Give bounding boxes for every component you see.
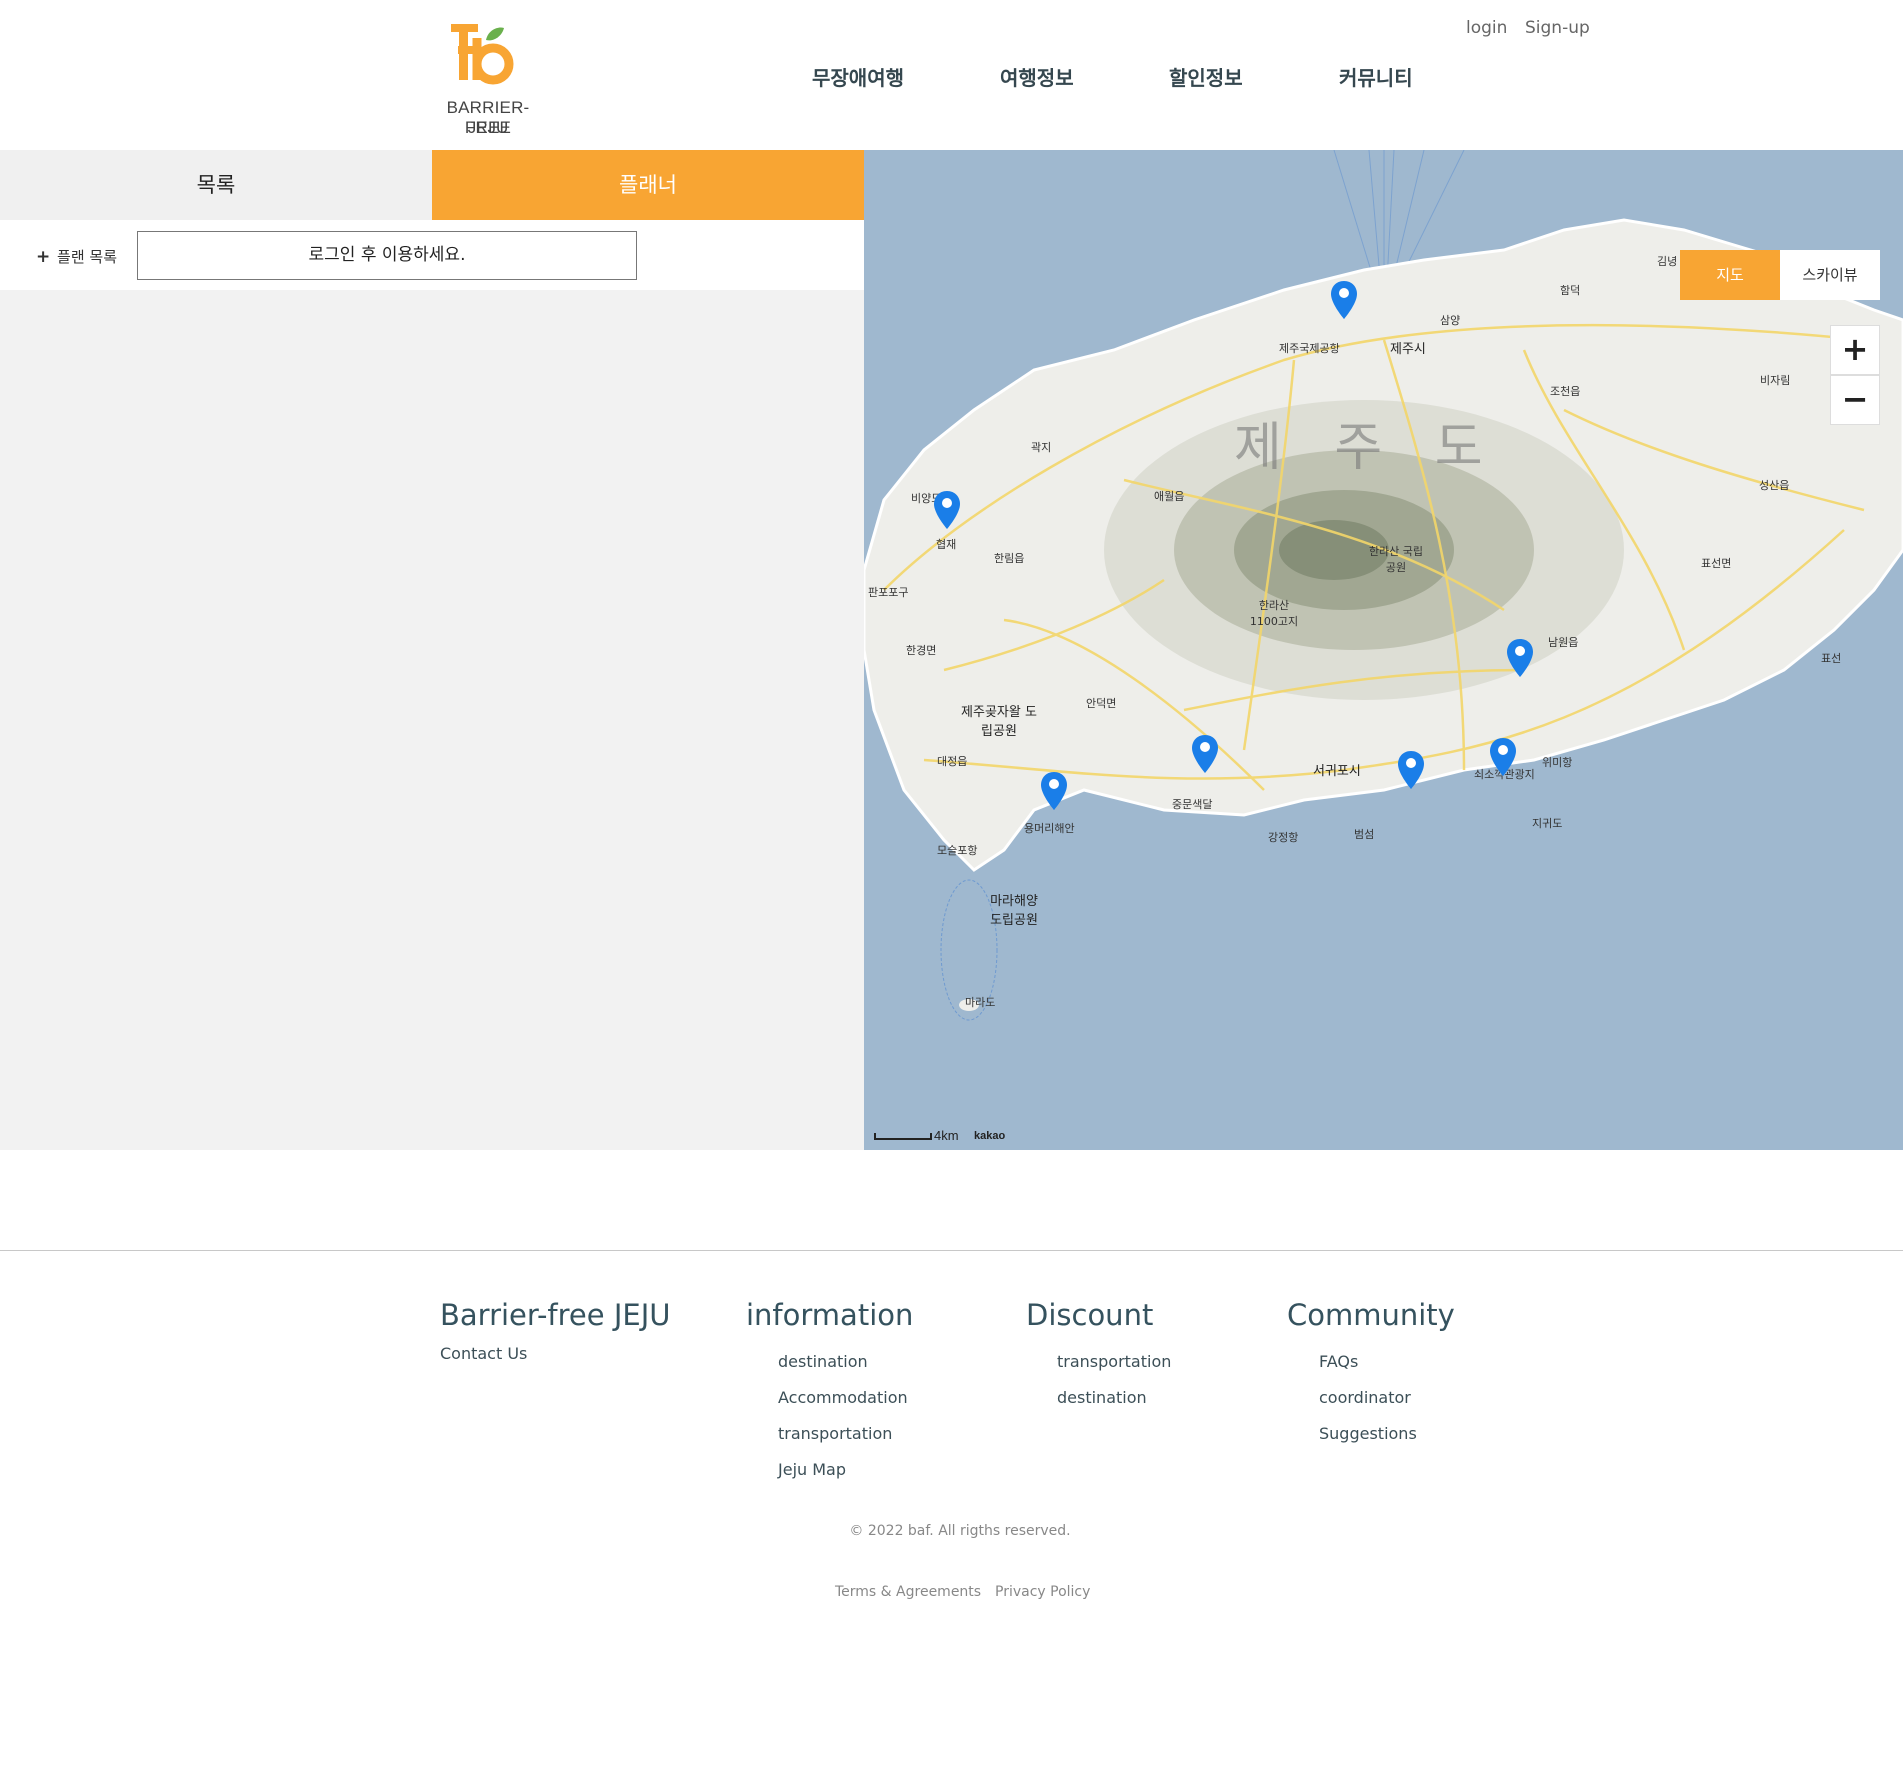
label-jigwido: 지귀도 bbox=[1532, 817, 1563, 830]
map-type-roadmap-button[interactable]: 지도 bbox=[1680, 250, 1780, 300]
footer-info-jeju-map-link[interactable]: Jeju Map bbox=[778, 1460, 846, 1479]
label-hallim: 한림읍 bbox=[994, 552, 1025, 565]
label-seogwipo: 서귀포시 bbox=[1313, 764, 1361, 779]
plus-icon: + bbox=[36, 247, 51, 267]
jeju-island-map bbox=[864, 150, 1903, 1021]
map-type-skyview-button[interactable]: 스카이뷰 bbox=[1780, 250, 1880, 300]
footer-discount-destination-link[interactable]: destination bbox=[1057, 1388, 1147, 1407]
footer-info-transportation-link[interactable]: transportation bbox=[778, 1424, 892, 1443]
label-namwon: 남원읍 bbox=[1548, 636, 1579, 649]
footer-copyright: © 2022 baf. All rigths reserved. bbox=[849, 1523, 1071, 1539]
footer-info-destination-link[interactable]: destination bbox=[778, 1352, 868, 1371]
label-daejeong: 대정읍 bbox=[937, 755, 968, 768]
map-marker-jungmun[interactable] bbox=[1191, 734, 1219, 774]
site-logo[interactable]: BARRIER-FREE JEJU bbox=[428, 18, 548, 140]
footer-discount-title: Discount bbox=[1026, 1298, 1154, 1332]
footer-info-accommodation-link[interactable]: Accommodation bbox=[778, 1388, 908, 1407]
map-marker-namwon[interactable] bbox=[1506, 638, 1534, 678]
footer-divider bbox=[0, 1250, 1903, 1251]
label-wimi: 위미항 bbox=[1542, 756, 1573, 769]
signup-link[interactable]: Sign-up bbox=[1525, 18, 1590, 38]
plan-list-button[interactable]: + 플랜 목록 bbox=[36, 246, 117, 267]
label-airport: 제주국제공항 bbox=[1279, 342, 1340, 355]
label-jocheon: 조천읍 bbox=[1550, 385, 1581, 398]
map-marker-yongmeori[interactable] bbox=[1040, 771, 1068, 811]
map-view[interactable]: 제 주 도 제주국제공항 제주시 서귀포시 한라산 국립공원 한라산 1100고… bbox=[864, 150, 1903, 1150]
map-marker-hyeopjae[interactable] bbox=[933, 490, 961, 530]
map-scale-label: 4km bbox=[934, 1128, 959, 1143]
plan-list-row: + 플랜 목록 로그인 후 이용하세요. bbox=[0, 220, 864, 290]
plan-select-box[interactable]: 로그인 후 이용하세요. bbox=[137, 231, 637, 280]
nav-travel-info[interactable]: 여행정보 bbox=[1000, 62, 1074, 91]
nav-barrier-free-travel[interactable]: 무장애여행 bbox=[812, 62, 904, 91]
label-pyoseon: 표선면 bbox=[1701, 557, 1732, 570]
footer-contact-link[interactable]: Contact Us bbox=[440, 1344, 527, 1363]
map-scale: 4km bbox=[874, 1128, 959, 1143]
label-hallasan-1100: 한라산 1100고지 bbox=[1249, 599, 1299, 628]
label-marado: 마라도 bbox=[965, 996, 996, 1009]
footer-brand-title: Barrier-free JEJU bbox=[440, 1298, 671, 1332]
label-beomseom: 범섬 bbox=[1354, 828, 1375, 841]
footer-coordinator-link[interactable]: coordinator bbox=[1319, 1388, 1411, 1407]
label-jeju-city: 제주시 bbox=[1390, 342, 1426, 357]
logo-mark-icon bbox=[451, 24, 514, 85]
nav-community[interactable]: 커뮤니티 bbox=[1339, 62, 1413, 91]
login-link[interactable]: login bbox=[1466, 18, 1507, 38]
privacy-policy-link[interactable]: Privacy Policy bbox=[995, 1584, 1090, 1600]
terms-link[interactable]: Terms & Agreements bbox=[835, 1584, 981, 1600]
label-hyeopjae: 협재 bbox=[936, 538, 957, 551]
logo-text-jeju: JEJU bbox=[467, 118, 509, 137]
label-bijarim: 비자림 bbox=[1760, 374, 1791, 387]
scale-bar-icon bbox=[874, 1133, 932, 1141]
label-gotjawal: 제주곶자왈 도립공원 bbox=[961, 705, 1037, 739]
label-hangyeong: 한경면 bbox=[906, 644, 937, 657]
map-provider-logo[interactable]: kakao bbox=[974, 1130, 1005, 1142]
label-jungmun: 중문색달 bbox=[1172, 798, 1213, 811]
tab-planner[interactable]: 플래너 bbox=[432, 150, 864, 220]
site-header: BARRIER-FREE JEJU login Sign-up 무장애여행 여행… bbox=[0, 0, 1903, 150]
footer-discount-transportation-link[interactable]: transportation bbox=[1057, 1352, 1171, 1371]
map-marker-seogwipo[interactable] bbox=[1397, 750, 1425, 790]
label-aewol: 애월읍 bbox=[1154, 490, 1185, 503]
map-marker-soesokkak[interactable] bbox=[1489, 737, 1517, 777]
nav-discount-info[interactable]: 할인정보 bbox=[1169, 62, 1243, 91]
label-marine-park: 마라해양 도립공원 bbox=[990, 894, 1038, 928]
label-hamdeok: 함덕 bbox=[1560, 284, 1581, 297]
label-gwakji: 곽지 bbox=[1031, 441, 1052, 454]
tab-list[interactable]: 목록 bbox=[0, 150, 432, 220]
plan-list-label: 플랜 목록 bbox=[57, 248, 117, 266]
map-marker-airport[interactable] bbox=[1330, 280, 1358, 320]
label-hallasan: 한라산 국립공원 bbox=[1368, 545, 1424, 574]
panel-tabs: 목록 플래너 bbox=[0, 150, 864, 220]
left-panel: 목록 플래너 + 플랜 목록 로그인 후 이용하세요. bbox=[0, 150, 864, 1150]
zoom-out-button[interactable]: − bbox=[1830, 375, 1880, 425]
label-gangjeong: 강정항 bbox=[1268, 831, 1299, 844]
footer-faqs-link[interactable]: FAQs bbox=[1319, 1352, 1358, 1371]
label-panpo: 판포포구 bbox=[868, 586, 909, 599]
footer-community-title: Community bbox=[1287, 1298, 1455, 1332]
label-gimnyeong: 김녕 bbox=[1657, 255, 1678, 268]
label-moseulpo: 모슬포항 bbox=[937, 844, 978, 857]
label-yongmeori: 용머리해안 bbox=[1024, 822, 1075, 835]
label-pyoseon-beach: 표선 bbox=[1821, 652, 1842, 665]
footer-information-title: information bbox=[746, 1298, 914, 1332]
footer-suggestions-link[interactable]: Suggestions bbox=[1319, 1424, 1417, 1443]
label-samyang: 삼양 bbox=[1440, 314, 1461, 327]
label-andeok: 안덕면 bbox=[1086, 697, 1117, 710]
zoom-in-button[interactable]: + bbox=[1830, 325, 1880, 375]
island-name-label: 제 주 도 bbox=[1234, 418, 1501, 478]
label-seongsan: 성산읍 bbox=[1759, 479, 1790, 492]
